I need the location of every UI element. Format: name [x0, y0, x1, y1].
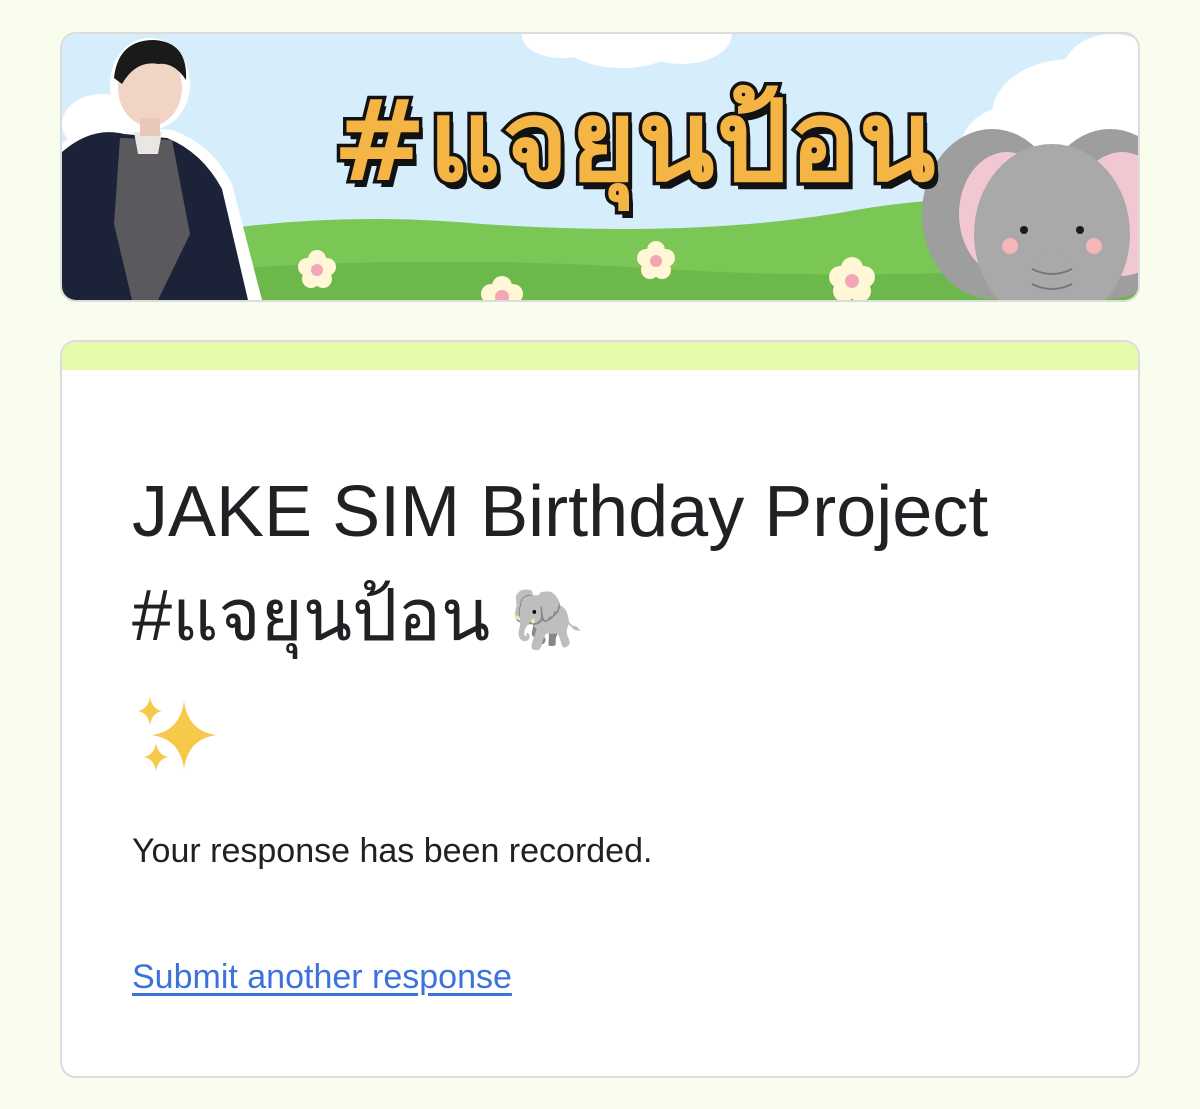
confirmation-card: JAKE SIM Birthday Project #แจยุนป้อน 🐘 Y…	[60, 340, 1140, 1078]
banner-hashtag-art: #แจยุนป้อน	[329, 77, 939, 207]
submit-another-response-link[interactable]: Submit another response	[132, 958, 512, 997]
card-accent-bar	[62, 342, 1138, 370]
elephant-emoji-icon: 🐘	[510, 585, 585, 655]
form-title: JAKE SIM Birthday Project #แจยุนป้อน 🐘	[132, 460, 1032, 776]
sparkles-icon	[138, 696, 216, 771]
response-recorded-message: Your response has been recorded.	[132, 832, 653, 870]
form-confirmation-page: #แจยุนป้อน JAKE SIM Birthday Project #แจ…	[0, 0, 1200, 1109]
header-banner: #แจยุนป้อน	[60, 32, 1140, 302]
